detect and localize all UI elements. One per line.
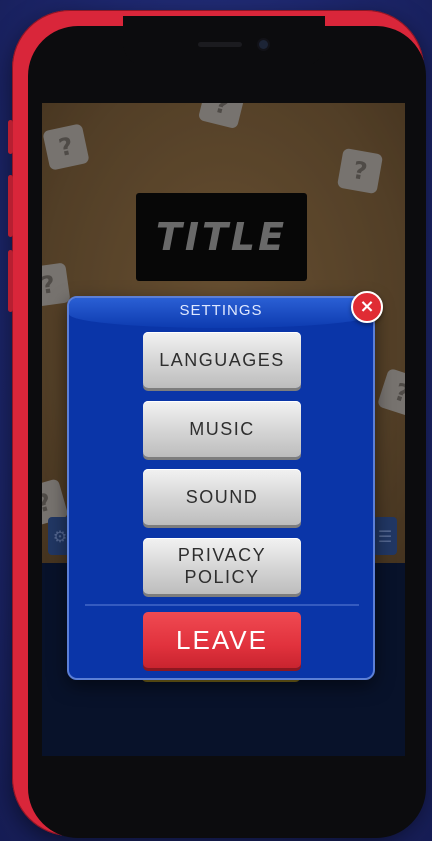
earpiece-speaker — [198, 42, 242, 47]
privacy-policy-label: PRIVACY POLICY — [177, 545, 267, 587]
settings-dialog: SETTINGS LANGUAGES MUSIC SOUND PRIVACY P… — [67, 296, 375, 680]
music-label: MUSIC — [189, 419, 255, 439]
privacy-policy-button[interactable]: PRIVACY POLICY — [143, 538, 301, 594]
leave-label: LEAVE — [176, 624, 268, 655]
settings-divider — [85, 604, 359, 606]
languages-label: LANGUAGES — [159, 350, 285, 370]
volume-up-button — [8, 175, 13, 237]
leave-button[interactable]: LEAVE — [143, 612, 301, 668]
music-button[interactable]: MUSIC — [143, 401, 301, 457]
front-camera — [259, 40, 268, 49]
close-icon[interactable]: × — [351, 291, 383, 323]
sound-label: SOUND — [185, 487, 259, 507]
volume-down-button — [8, 250, 13, 312]
settings-title: SETTINGS — [179, 302, 263, 319]
mute-switch — [8, 120, 13, 154]
sound-button[interactable]: SOUND — [143, 469, 301, 525]
languages-button[interactable]: LANGUAGES — [143, 332, 301, 388]
